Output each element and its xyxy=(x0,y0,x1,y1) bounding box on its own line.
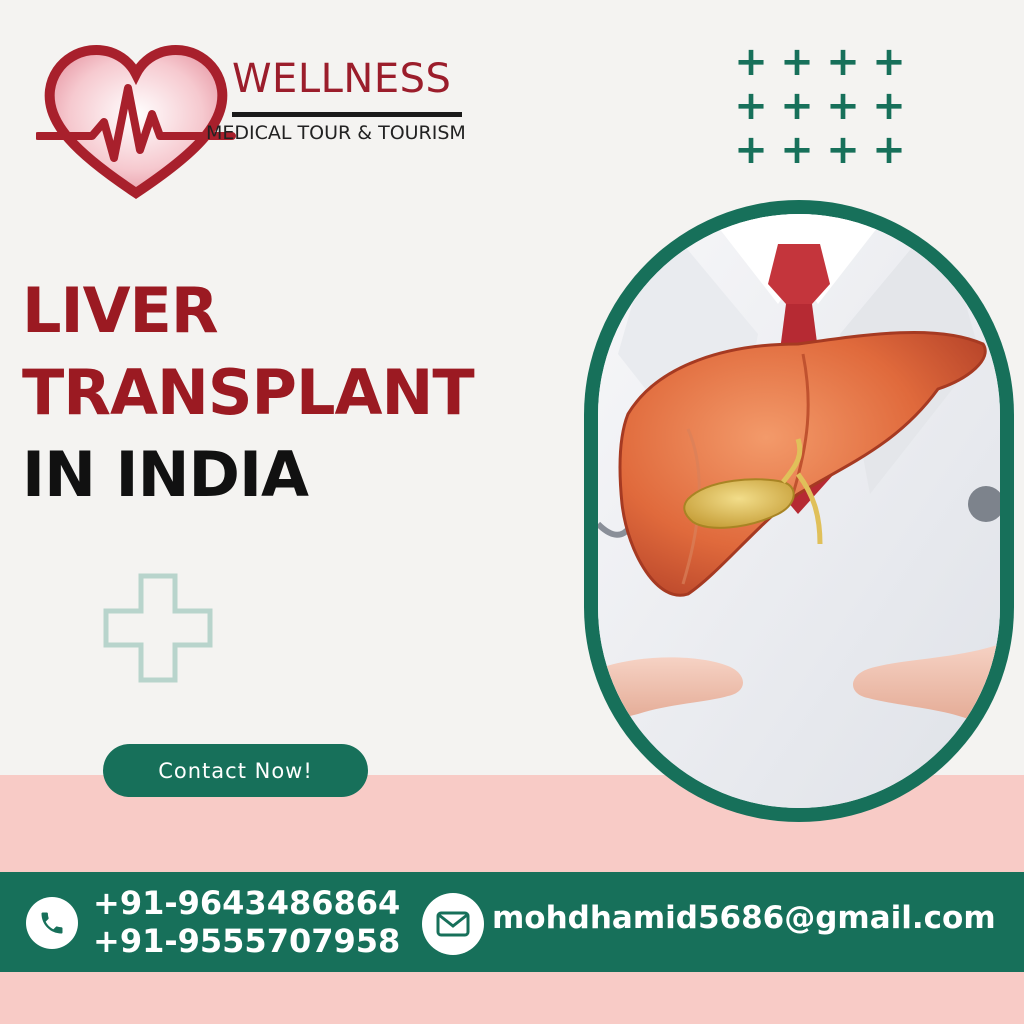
brand-name: WELLNESS xyxy=(232,56,452,102)
photo-frame xyxy=(584,200,1014,822)
headline-line-2: TRANSPLANT xyxy=(22,356,475,429)
plus-icon: + xyxy=(826,127,860,173)
brand-logo: WELLNESS MEDICAL TOUR & TOURISM xyxy=(36,38,476,208)
brand-divider xyxy=(232,112,462,117)
liver-doctor-photo xyxy=(598,214,1000,808)
plus-icon: + xyxy=(734,83,768,129)
headline: LIVER TRANSPLANT IN INDIA xyxy=(22,270,475,516)
phone-icon xyxy=(26,897,78,949)
plus-icon: + xyxy=(872,83,906,129)
medical-cross-icon xyxy=(103,573,213,683)
liver-illustration xyxy=(598,214,1000,808)
mail-icon xyxy=(422,893,484,955)
poster: WELLNESS MEDICAL TOUR & TOURISM + + + + … xyxy=(0,0,1024,1024)
phone-numbers: +91-9643486864 +91-9555707958 xyxy=(93,884,400,960)
plus-icon: + xyxy=(872,127,906,173)
plus-icon: + xyxy=(780,39,814,85)
phone-number-1[interactable]: +91-9643486864 xyxy=(93,884,400,922)
phone-number-2[interactable]: +91-9555707958 xyxy=(93,922,400,960)
plus-icon: + xyxy=(780,127,814,173)
brand-tagline: MEDICAL TOUR & TOURISM xyxy=(206,122,466,144)
contact-now-button[interactable]: Contact Now! xyxy=(103,744,368,797)
headline-line-1: LIVER xyxy=(22,274,219,347)
email-address[interactable]: mohdhamid5686@gmail.com xyxy=(492,900,996,936)
plus-icon: + xyxy=(734,127,768,173)
plus-icon: + xyxy=(826,39,860,85)
plus-icon: + xyxy=(826,83,860,129)
plus-grid-decoration: + + + + + + + + + + + + xyxy=(728,39,918,173)
plus-icon: + xyxy=(734,39,768,85)
plus-icon: + xyxy=(780,83,814,129)
plus-icon: + xyxy=(872,39,906,85)
headline-line-3: IN INDIA xyxy=(22,438,309,511)
